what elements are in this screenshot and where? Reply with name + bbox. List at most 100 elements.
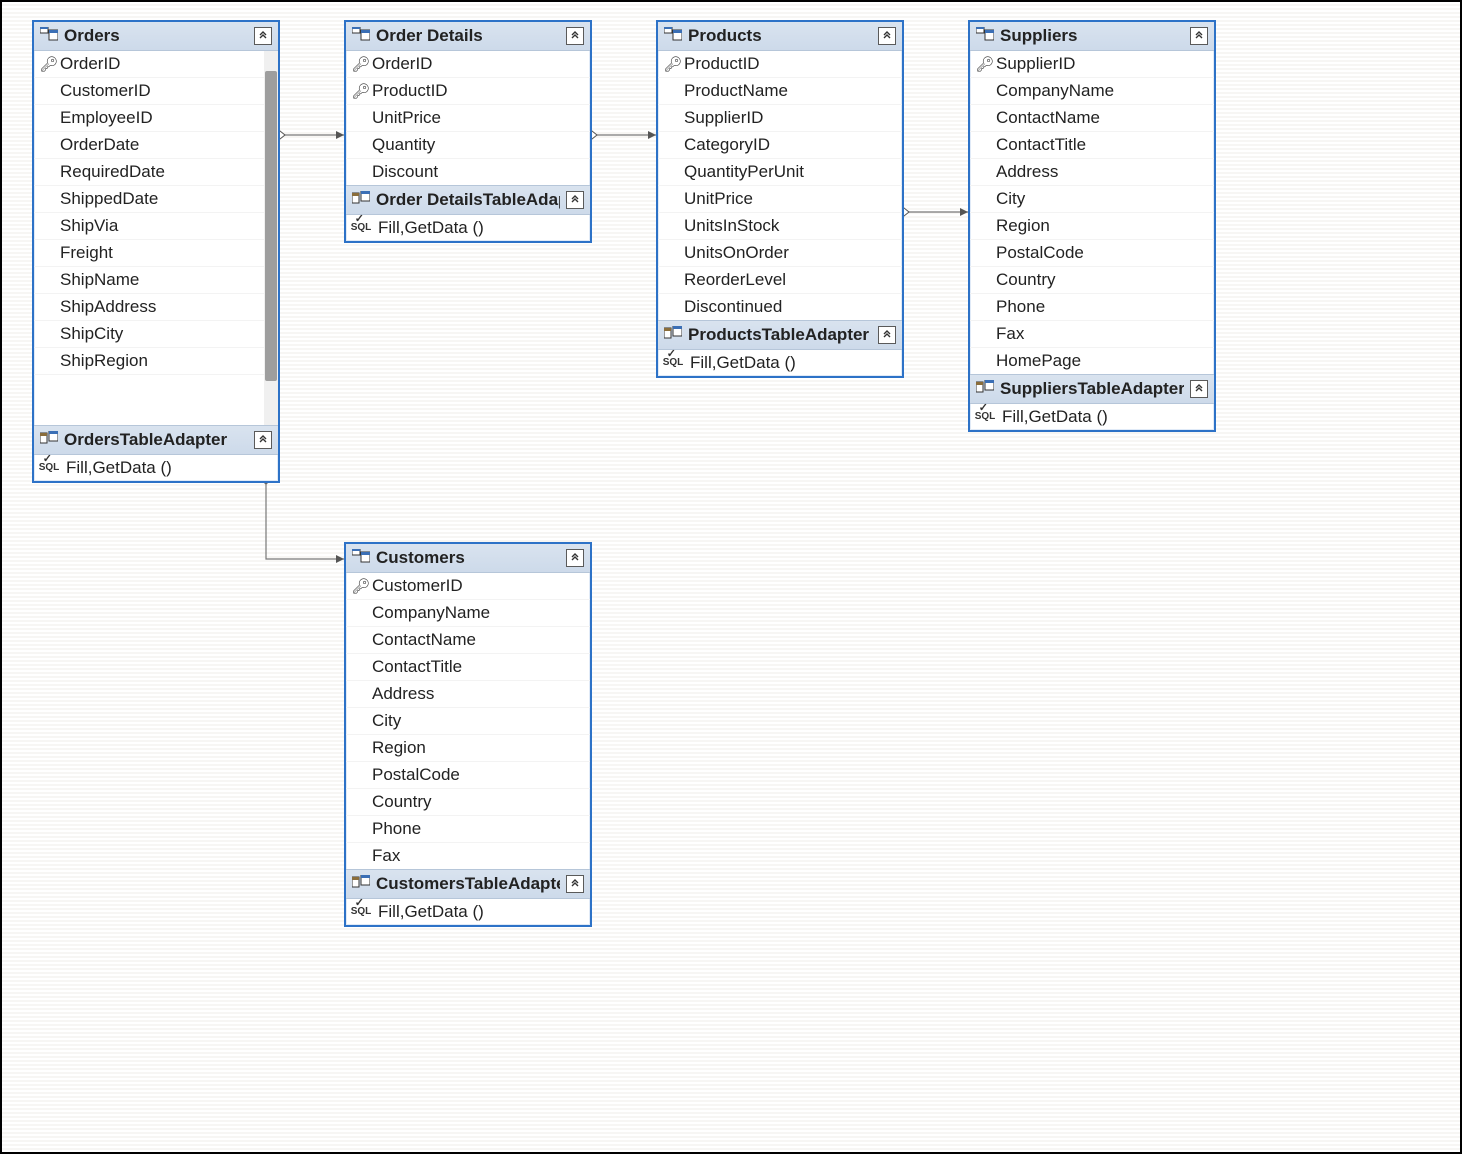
scrollbar-thumb[interactable] xyxy=(265,71,277,381)
dataset-designer-canvas[interactable]: Orders🔑︎OrderIDCustomerIDEmployeeIDOrder… xyxy=(0,0,1462,1154)
column-row[interactable]: ShipAddress xyxy=(34,294,278,321)
column-name: Phone xyxy=(372,819,421,839)
column-row[interactable]: Quantity xyxy=(346,132,590,159)
table-adapter-header[interactable]: Order DetailsTableAdapter xyxy=(346,185,590,215)
table-adapter-header[interactable]: ProductsTableAdapter xyxy=(658,320,902,350)
column-row[interactable]: SupplierID xyxy=(658,105,902,132)
column-row[interactable]: 🔑︎SupplierID xyxy=(970,51,1214,78)
column-row[interactable]: ContactName xyxy=(970,105,1214,132)
adapter-icon xyxy=(40,430,58,450)
table-header[interactable]: Suppliers xyxy=(970,22,1214,51)
column-row[interactable]: Country xyxy=(346,789,590,816)
column-row[interactable]: ShipName xyxy=(34,267,278,294)
table-products[interactable]: Products 🔑︎ProductIDProductNameSupplierID… xyxy=(656,20,904,378)
collapse-icon[interactable] xyxy=(878,326,896,344)
column-row[interactable]: CompanyName xyxy=(970,78,1214,105)
column-name: CompanyName xyxy=(996,81,1114,101)
collapse-icon[interactable] xyxy=(1190,27,1208,45)
column-row[interactable]: 🔑︎OrderID xyxy=(346,51,590,78)
column-name: PostalCode xyxy=(372,765,460,785)
column-row[interactable]: ReorderLevel xyxy=(658,267,902,294)
column-row[interactable]: ShipRegion xyxy=(34,348,278,375)
primary-key-icon: 🔑︎ xyxy=(38,55,60,73)
adapter-method-row[interactable]: SQLFill,GetData () xyxy=(346,215,590,241)
collapse-icon[interactable] xyxy=(566,549,584,567)
column-row[interactable]: UnitsInStock xyxy=(658,213,902,240)
column-row[interactable]: City xyxy=(970,186,1214,213)
column-row[interactable]: 🔑︎ProductID xyxy=(346,78,590,105)
table-adapter-header[interactable]: OrdersTableAdapter xyxy=(34,425,278,455)
adapter-title: OrdersTableAdapter xyxy=(64,430,248,450)
column-row[interactable]: ShipVia xyxy=(34,213,278,240)
adapter-method: Fill,GetData () xyxy=(66,458,172,478)
column-row[interactable]: 🔑︎ProductID xyxy=(658,51,902,78)
column-row[interactable]: Phone xyxy=(346,816,590,843)
primary-key-icon: 🔑︎ xyxy=(662,55,684,73)
column-row[interactable]: Fax xyxy=(970,321,1214,348)
column-row[interactable]: CustomerID xyxy=(34,78,278,105)
table-header[interactable]: Order Details xyxy=(346,22,590,51)
column-row[interactable]: ShipCity xyxy=(34,321,278,348)
column-row[interactable]: Region xyxy=(970,213,1214,240)
collapse-icon[interactable] xyxy=(878,27,896,45)
column-row[interactable]: Address xyxy=(346,681,590,708)
collapse-icon[interactable] xyxy=(254,431,272,449)
adapter-method-row[interactable]: SQLFill,GetData () xyxy=(658,350,902,376)
table-customers[interactable]: Customers🔑︎CustomerIDCompanyNameContactN… xyxy=(344,542,592,927)
column-name: CategoryID xyxy=(684,135,770,155)
column-row[interactable]: ShippedDate xyxy=(34,186,278,213)
table-title: Order Details xyxy=(376,26,560,46)
column-row[interactable]: CategoryID xyxy=(658,132,902,159)
table-adapter-header[interactable]: CustomersTableAdapter xyxy=(346,869,590,899)
adapter-title: Order DetailsTableAdapter xyxy=(376,190,560,210)
adapter-method: Fill,GetData () xyxy=(1002,407,1108,427)
column-row[interactable]: UnitsOnOrder xyxy=(658,240,902,267)
column-row[interactable]: Country xyxy=(970,267,1214,294)
table-suppliers[interactable]: Suppliers🔑︎SupplierID CompanyName ContactN… xyxy=(968,20,1216,432)
column-row[interactable]: PostalCode xyxy=(970,240,1214,267)
column-row[interactable]: EmployeeID xyxy=(34,105,278,132)
collapse-icon[interactable] xyxy=(254,27,272,45)
column-row[interactable]: Address xyxy=(970,159,1214,186)
column-row[interactable]: ProductName xyxy=(658,78,902,105)
collapse-icon[interactable] xyxy=(566,875,584,893)
column-row[interactable]: ContactTitle xyxy=(970,132,1214,159)
table-order-details[interactable]: Order Details 🔑︎OrderID🔑︎ProductIDUnitPri… xyxy=(344,20,592,243)
adapter-method-row[interactable]: SQLFill,GetData () xyxy=(34,455,278,481)
column-row[interactable]: PostalCode xyxy=(346,762,590,789)
column-name: Fax xyxy=(372,846,400,866)
column-row[interactable]: 🔑︎OrderID xyxy=(34,51,278,78)
column-row[interactable]: UnitPrice xyxy=(658,186,902,213)
column-row[interactable]: RequiredDate xyxy=(34,159,278,186)
table-header[interactable]: Customers xyxy=(346,544,590,573)
table-title: Products xyxy=(688,26,872,46)
column-row[interactable]: HomePage xyxy=(970,348,1214,374)
column-row[interactable]: Region xyxy=(346,735,590,762)
collapse-icon[interactable] xyxy=(566,191,584,209)
column-row[interactable]: CompanyName xyxy=(346,600,590,627)
collapse-icon[interactable] xyxy=(566,27,584,45)
column-name: ShipCity xyxy=(60,324,123,344)
column-row[interactable]: City xyxy=(346,708,590,735)
column-row[interactable]: Freight xyxy=(34,240,278,267)
table-adapter-header[interactable]: SuppliersTableAdapter xyxy=(970,374,1214,404)
column-name: HomePage xyxy=(996,351,1081,371)
column-row[interactable]: Fax xyxy=(346,843,590,869)
column-row[interactable]: Discount xyxy=(346,159,590,185)
column-row[interactable]: 🔑︎CustomerID xyxy=(346,573,590,600)
adapter-method-row[interactable]: SQLFill,GetData () xyxy=(346,899,590,925)
column-row[interactable]: ContactName xyxy=(346,627,590,654)
collapse-icon[interactable] xyxy=(1190,380,1208,398)
table-orders[interactable]: Orders🔑︎OrderIDCustomerIDEmployeeIDOrder… xyxy=(32,20,280,483)
column-row[interactable]: Phone xyxy=(970,294,1214,321)
adapter-method: Fill,GetData () xyxy=(690,353,796,373)
table-header[interactable]: Products xyxy=(658,22,902,51)
adapter-method-row[interactable]: SQLFill,GetData () xyxy=(970,404,1214,430)
column-row[interactable]: ContactTitle xyxy=(346,654,590,681)
column-row[interactable]: Discontinued xyxy=(658,294,902,320)
scrollbar[interactable] xyxy=(264,51,278,425)
table-header[interactable]: Orders xyxy=(34,22,278,51)
column-row[interactable]: OrderDate xyxy=(34,132,278,159)
column-row[interactable]: UnitPrice xyxy=(346,105,590,132)
column-row[interactable]: QuantityPerUnit xyxy=(658,159,902,186)
